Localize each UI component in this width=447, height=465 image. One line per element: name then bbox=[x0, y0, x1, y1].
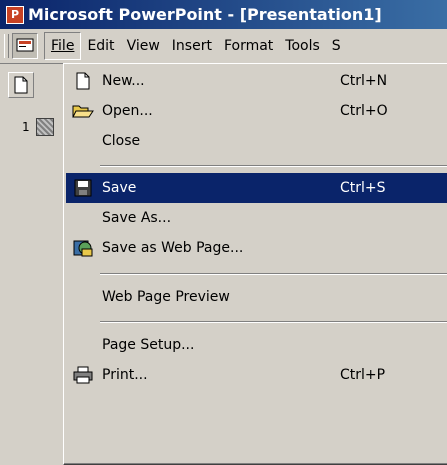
menu-item-label: New... bbox=[102, 73, 145, 89]
menu-separator bbox=[100, 273, 447, 275]
slide-thumbnail[interactable] bbox=[36, 118, 54, 136]
menu-item-shortcut: Ctrl+N bbox=[340, 73, 388, 89]
menu-item-open[interactable]: Open... Ctrl+O bbox=[66, 96, 447, 126]
title-bar: P Microsoft PowerPoint - [Presentation1] bbox=[0, 0, 447, 29]
menu-item-page-setup[interactable]: Page Setup... bbox=[66, 330, 447, 360]
menu-item-label: Page Setup... bbox=[102, 337, 195, 353]
menu-insert[interactable]: Insert bbox=[166, 29, 218, 63]
menu-item-label: Save As... bbox=[102, 210, 172, 226]
left-pane: 1 bbox=[0, 64, 60, 454]
printer-icon bbox=[73, 366, 93, 384]
menu-view[interactable]: View bbox=[121, 29, 166, 63]
save-disk-icon bbox=[74, 179, 92, 197]
menu-item-shortcut: Ctrl+P bbox=[340, 367, 386, 383]
window-title: Microsoft PowerPoint - [Presentation1] bbox=[28, 5, 382, 24]
menu-item-label: Save as Web Page... bbox=[102, 240, 244, 256]
menu-separator bbox=[100, 321, 447, 323]
menu-item-label: Save bbox=[102, 180, 137, 196]
powerpoint-app-icon[interactable]: P bbox=[6, 5, 24, 24]
menu-edit[interactable]: Edit bbox=[81, 29, 120, 63]
menu-separator bbox=[100, 165, 447, 167]
menu-item-shortcut: Ctrl+O bbox=[340, 103, 388, 119]
menu-item-label: Open... bbox=[102, 103, 153, 119]
menu-item-web-preview[interactable]: Web Page Preview bbox=[66, 282, 447, 312]
menu-item-save[interactable]: Save Ctrl+S bbox=[66, 173, 447, 203]
toolbar-grip[interactable] bbox=[4, 34, 9, 58]
menu-item-shortcut: Ctrl+S bbox=[340, 180, 386, 196]
menu-item-save-as[interactable]: Save As... bbox=[66, 203, 447, 233]
presentation-icon bbox=[16, 38, 34, 52]
menu-file[interactable]: File bbox=[44, 32, 82, 60]
menu-bar: File Edit View Insert Format Tools S bbox=[0, 29, 447, 64]
new-doc-icon bbox=[76, 72, 90, 90]
menu-slideshow[interactable]: S bbox=[326, 29, 347, 63]
menu-item-label: Print... bbox=[102, 367, 148, 383]
new-doc-icon bbox=[14, 76, 28, 94]
menu-tools[interactable]: Tools bbox=[279, 29, 326, 63]
web-page-icon bbox=[73, 240, 93, 257]
file-menu-dropdown: New... Ctrl+N Open... Ctrl+O Close Save … bbox=[63, 63, 447, 465]
menu-format[interactable]: Format bbox=[218, 29, 279, 63]
menu-item-close[interactable]: Close bbox=[66, 126, 447, 156]
slide-number: 1 bbox=[22, 120, 30, 134]
document-menu-icon[interactable] bbox=[12, 33, 38, 59]
menu-item-label: Close bbox=[102, 133, 141, 149]
menu-item-print[interactable]: Print... Ctrl+P bbox=[66, 360, 447, 390]
menu-item-save-as-web[interactable]: Save as Web Page... bbox=[66, 233, 447, 263]
menu-item-label: Web Page Preview bbox=[102, 289, 230, 305]
open-folder-icon bbox=[72, 105, 94, 118]
new-toolbar-button[interactable] bbox=[8, 72, 34, 98]
menu-item-new[interactable]: New... Ctrl+N bbox=[66, 66, 447, 96]
